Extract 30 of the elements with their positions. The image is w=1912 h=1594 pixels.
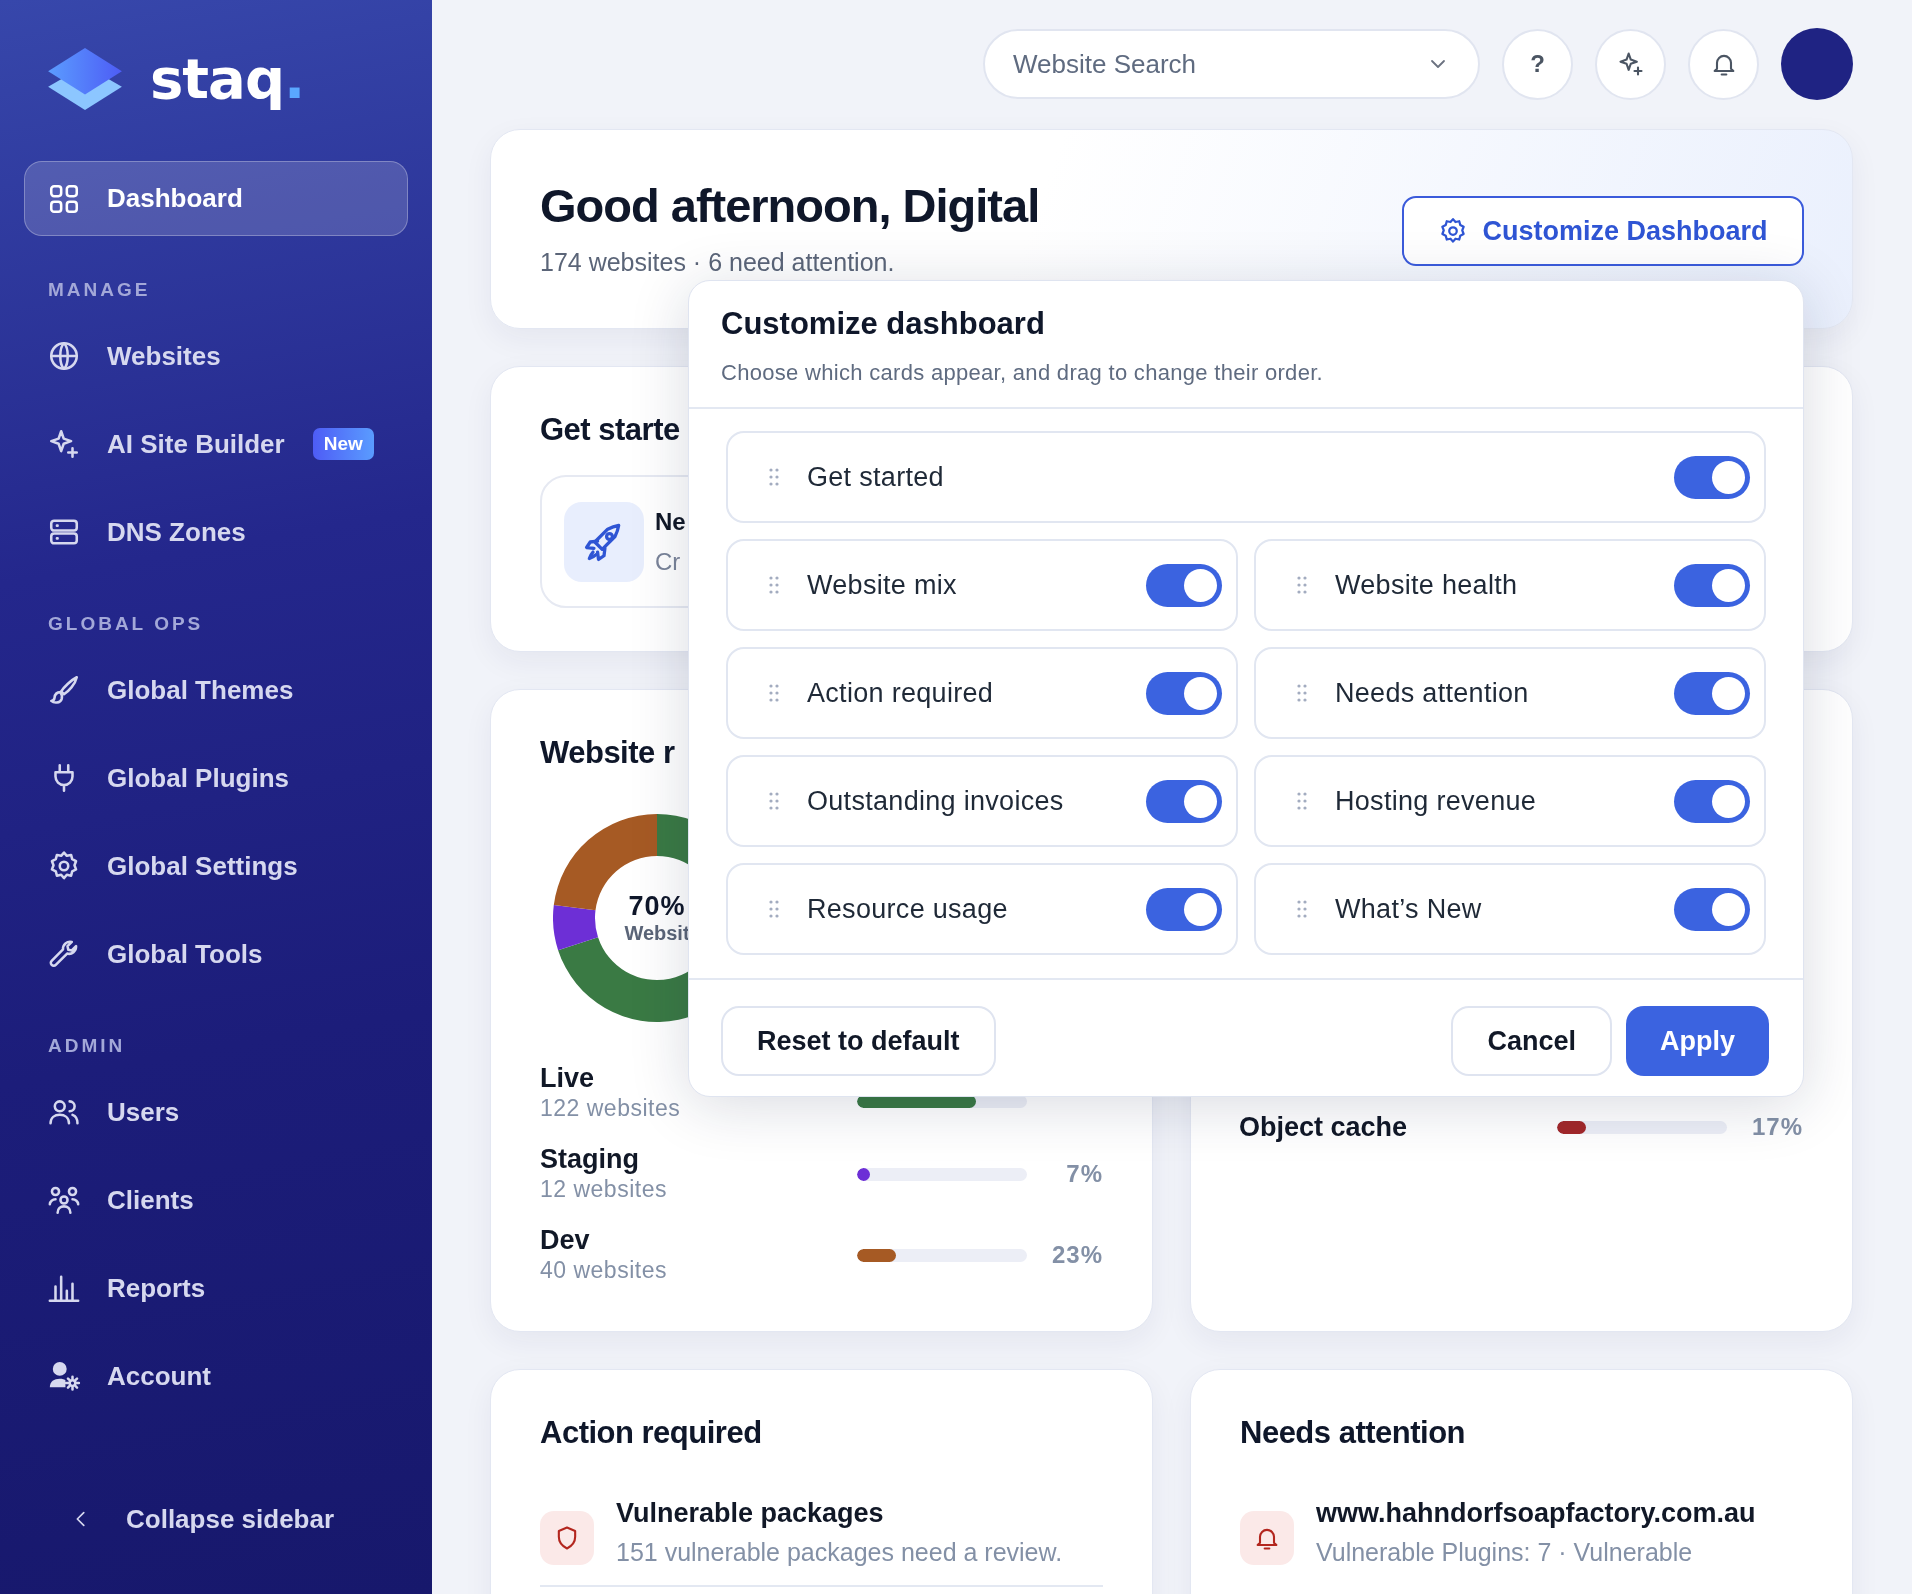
section-label: GLOBAL OPS	[48, 612, 205, 636]
dialog-subtitle: Choose which cards appear, and drag to change their order.	[721, 359, 1324, 387]
tile-subtitle: Cr	[655, 546, 682, 577]
row-label: Object cache	[1239, 1112, 1409, 1142]
dialog-title: Customize dashboard	[721, 306, 1046, 342]
card-title: Website r	[540, 734, 676, 772]
website-count: 40 websites	[540, 1256, 668, 1285]
alert-title: www.hahndorfsoapfactory.com.au	[1316, 1497, 1756, 1529]
row-label: Staging	[540, 1144, 640, 1174]
website-count: 122 websites	[540, 1094, 682, 1123]
website-count: 12 websites	[540, 1175, 668, 1204]
new-badge: New	[312, 428, 374, 460]
percent-value: 17%	[1750, 1113, 1803, 1141]
donut-label: Websit	[624, 922, 690, 945]
card-title: Needs attention	[1240, 1414, 1467, 1452]
percent-value: 7%	[1065, 1160, 1103, 1188]
row-label: Dev	[540, 1225, 591, 1255]
greeting-title: Good afternoon, Digital	[540, 178, 1040, 234]
tile-title: Ne	[655, 506, 686, 537]
donut-value: 70%	[628, 891, 686, 922]
section-label: ADMIN	[48, 1034, 127, 1058]
card-title: Get starte	[540, 411, 681, 449]
row-label: Live	[540, 1063, 596, 1093]
card-title: Action required	[540, 1414, 763, 1452]
percent-value: 23%	[1050, 1241, 1103, 1269]
section-label: MANAGE	[48, 278, 152, 302]
alert-description: 151 vulnerable packages need a review.	[616, 1537, 1063, 1567]
alert-title: Vulnerable packages	[616, 1497, 885, 1529]
greeting-subtitle: 174 websites · 6 need attention.	[540, 248, 896, 276]
alert-description: Vulnerable Plugins: 7 · Vulnerable	[1316, 1537, 1694, 1567]
